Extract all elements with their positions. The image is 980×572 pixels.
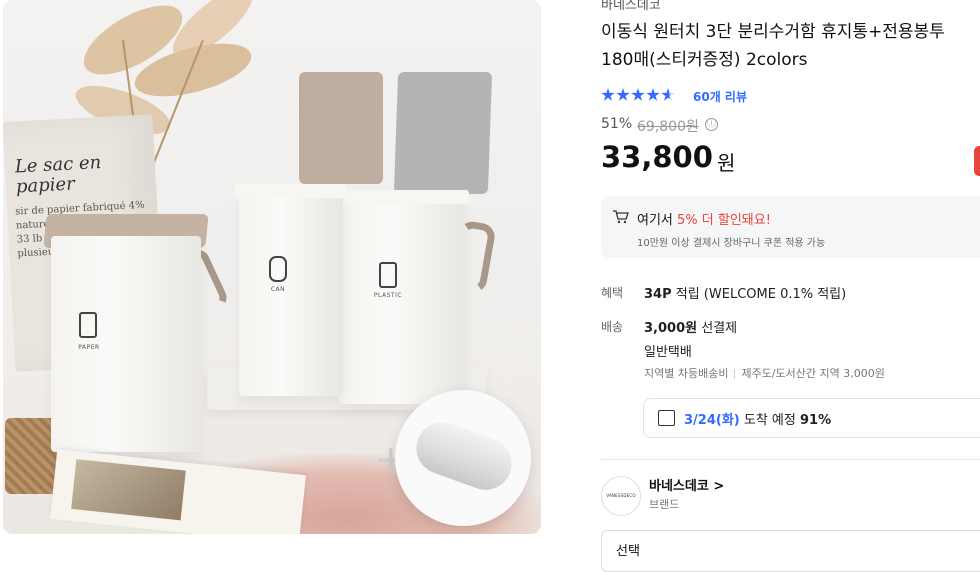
arrival-percent: 91% xyxy=(799,413,832,428)
promo-highlight: 5% 더 할인돼요! xyxy=(677,213,771,228)
package-icon xyxy=(658,410,675,426)
document-icon xyxy=(79,312,97,338)
half-star-icon xyxy=(661,88,675,101)
arrival-estimate[interactable]: 3/24(화) 도착 예정 91% xyxy=(643,398,980,438)
coupon-badge-edge[interactable] xyxy=(974,146,980,176)
promo-headline: 여기서 5% 더 할인돼요! xyxy=(637,209,771,228)
bottle-icon xyxy=(379,262,397,288)
brand-link-top[interactable]: 바네스데코 xyxy=(601,0,661,13)
paper-bin: PAPER xyxy=(51,236,201,452)
option-select-label: 선택 xyxy=(616,544,640,559)
review-count-link[interactable]: 60개 리뷰 xyxy=(693,88,747,105)
benefit-text: 적립 (WELCOME 0.1% 적립) xyxy=(671,287,847,302)
chevron-right-icon: > xyxy=(713,479,725,494)
plastic-bin-rim xyxy=(335,190,469,204)
plastic-bin: PLASTIC xyxy=(335,190,469,404)
discount-rate: 51% xyxy=(601,116,633,132)
benefit-label: 혜택 xyxy=(601,286,624,300)
can-bin: CAN xyxy=(235,184,347,396)
can-label: CAN xyxy=(270,286,286,293)
product-title: 이동식 원터치 3단 분리수거함 휴지통+전용봉투 180매(스티커증정) 2c… xyxy=(601,22,945,70)
star-icon xyxy=(616,88,630,101)
benefit-value: 34P 적립 (WELCOME 0.1% 적립) xyxy=(644,283,846,302)
store-logo[interactable]: VANESSDECO xyxy=(601,476,641,516)
star-icon xyxy=(646,88,660,101)
can-bin-rim xyxy=(235,184,347,198)
garbage-bag-roll xyxy=(409,414,519,498)
benefit-points: 34P xyxy=(644,287,672,302)
regional-shipping-label: 지역별 차등배송비 xyxy=(644,367,729,380)
arrival-label: 도착 예정 xyxy=(739,413,800,428)
sale-price: 33,800 xyxy=(601,140,713,174)
arrival-text: 3/24(화) 도착 예정 91% xyxy=(684,409,831,428)
option-select[interactable]: 선택 xyxy=(601,530,980,572)
original-price: 69,800원 xyxy=(637,119,699,135)
promo-condition: 10만원 이상 결제시 장바구니 쿠폰 적용 가능 xyxy=(637,238,826,249)
can-bin-lid xyxy=(299,72,383,184)
regional-shipping: 지역별 차등배송비 제주도/도서산간 지역 3,000원 xyxy=(644,365,885,381)
extra-discount-banner[interactable]: 여기서 5% 더 할인돼요! 10만원 이상 결제시 장바구니 쿠폰 적용 가능 xyxy=(601,196,980,258)
shipping-fee: 3,000원 선결제 xyxy=(644,317,737,336)
can-icon xyxy=(269,256,287,282)
shipping-fee-amount: 3,000원 xyxy=(644,321,698,336)
star-icon xyxy=(631,88,645,101)
promo-prefix: 여기서 xyxy=(637,213,678,228)
shipping-fee-suffix: 선결제 xyxy=(697,321,738,336)
paper-bag-title: Le sac en papier xyxy=(14,152,102,198)
star-icon xyxy=(601,88,615,101)
divider xyxy=(734,369,736,379)
rating-stars[interactable] xyxy=(601,88,675,102)
store-name-link[interactable]: 바네스데코 > xyxy=(649,475,724,494)
cart-icon xyxy=(613,210,629,224)
bag-roll-inset xyxy=(395,390,531,526)
price-unit: 원 xyxy=(717,151,736,175)
product-image[interactable]: Le sac en papier sir de papier fabriqué … xyxy=(3,0,541,534)
magazine-photo xyxy=(71,459,186,521)
regional-shipping-detail: 제주도/도서산간 지역 3,000원 xyxy=(741,367,885,380)
store-name: 바네스데코 xyxy=(649,479,709,494)
plastic-bin-lid xyxy=(393,72,493,194)
shipping-method: 일반택배 xyxy=(644,345,692,360)
store-type: 브랜드 xyxy=(649,498,680,511)
shipping-label: 배송 xyxy=(601,320,624,334)
arrival-date: 3/24(화) xyxy=(684,413,740,428)
paper-label: PAPER xyxy=(78,344,100,351)
plastic-label: PLASTIC xyxy=(373,292,403,299)
section-divider xyxy=(601,459,980,460)
info-icon[interactable]: ⓘ xyxy=(705,118,718,131)
